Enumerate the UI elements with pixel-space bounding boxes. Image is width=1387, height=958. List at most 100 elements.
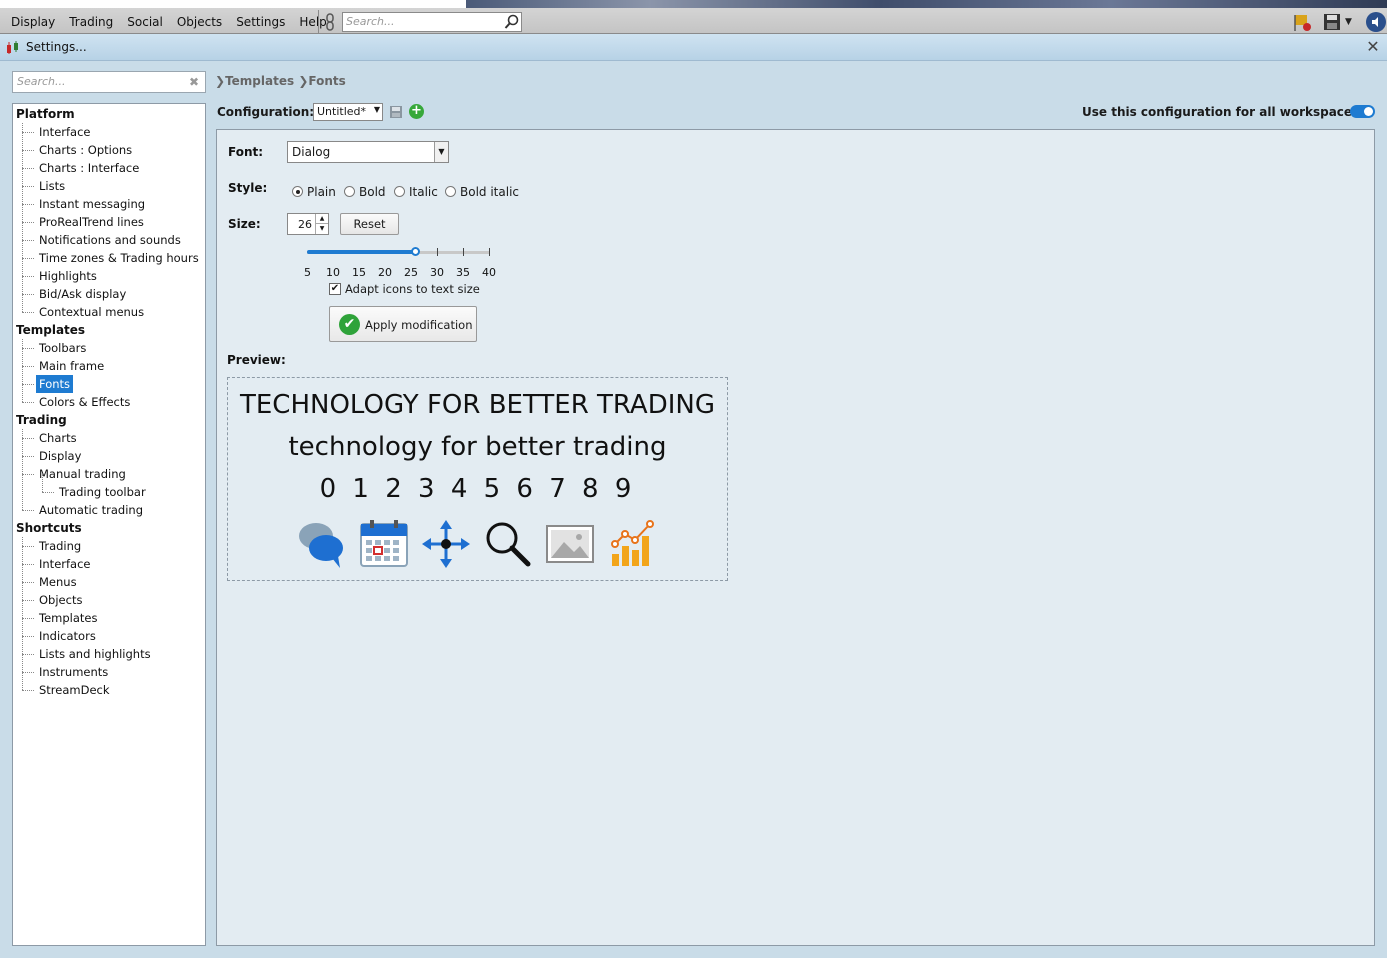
all-workspaces-toggle[interactable] bbox=[1350, 105, 1375, 118]
tree-connector bbox=[22, 132, 34, 133]
link-icon[interactable] bbox=[322, 12, 338, 32]
tree-item-main-frame[interactable]: Main frame bbox=[36, 357, 107, 375]
size-label: Size: bbox=[228, 217, 261, 231]
image-icon bbox=[546, 525, 594, 563]
clear-search-icon[interactable]: ✖ bbox=[188, 76, 200, 88]
style-bold-label: Bold bbox=[359, 185, 386, 199]
top-search-input[interactable]: Search... bbox=[342, 12, 522, 32]
breadcrumb-templates[interactable]: Templates bbox=[225, 74, 294, 88]
tree-connector bbox=[22, 564, 34, 565]
tree-item-instant-messaging[interactable]: Instant messaging bbox=[36, 195, 148, 213]
tree-item-bid-ask-display[interactable]: Bid/Ask display bbox=[36, 285, 129, 303]
move-arrows-icon bbox=[422, 520, 470, 568]
candlestick-app-icon bbox=[7, 41, 18, 54]
apply-modification-button[interactable]: ✔ Apply modification bbox=[329, 306, 477, 342]
save-workspace-icon[interactable] bbox=[1323, 13, 1341, 31]
preview-label: Preview: bbox=[227, 353, 286, 367]
tree-connector bbox=[22, 690, 34, 691]
tree-item-prorealtrend-lines[interactable]: ProRealTrend lines bbox=[36, 213, 147, 231]
tree-connector bbox=[22, 429, 23, 510]
tree-item-automatic-trading[interactable]: Automatic trading bbox=[36, 501, 146, 519]
tree-category-templates[interactable]: Templates bbox=[16, 321, 85, 339]
breadcrumb-chevron-icon: ❯ bbox=[215, 74, 226, 88]
all-workspaces-label: Use this configuration for all workspace… bbox=[1082, 105, 1360, 119]
close-icon[interactable]: ✕ bbox=[1364, 38, 1382, 56]
tree-connector bbox=[22, 123, 23, 312]
font-preview: TECHNOLOGY FOR BETTER TRADING technology… bbox=[227, 377, 728, 581]
preview-uppercase: TECHNOLOGY FOR BETTER TRADING bbox=[240, 390, 715, 420]
spinner-up-icon[interactable]: ▲ bbox=[315, 214, 328, 224]
slider-tick-label: 5 bbox=[304, 266, 311, 279]
slider-tick-label: 20 bbox=[378, 266, 392, 279]
tree-item-streamdeck[interactable]: StreamDeck bbox=[36, 681, 113, 699]
search-icon[interactable] bbox=[504, 14, 520, 30]
breadcrumb-chevron-icon: ❯ bbox=[298, 74, 309, 88]
preview-lowercase: technology for better trading bbox=[288, 432, 667, 462]
tree-item-trading-toolbar[interactable]: Trading toolbar bbox=[56, 483, 149, 501]
menu-separator bbox=[318, 10, 319, 34]
tree-item-fonts[interactable]: Fonts bbox=[36, 375, 74, 393]
tree-item-notifications-and-sounds[interactable]: Notifications and sounds bbox=[36, 231, 184, 249]
menu-display[interactable]: Display bbox=[4, 14, 62, 30]
speaker-icon[interactable] bbox=[1366, 12, 1386, 32]
tree-item-time-zones-trading-hours[interactable]: Time zones & Trading hours bbox=[36, 249, 202, 267]
radio-dot bbox=[344, 186, 355, 197]
tree-item-instruments[interactable]: Instruments bbox=[36, 663, 111, 681]
tree-category-trading[interactable]: Trading bbox=[16, 411, 67, 429]
menu-settings[interactable]: Settings bbox=[229, 14, 292, 30]
chat-bubbles-icon bbox=[299, 523, 343, 568]
tree-item-lists[interactable]: Lists bbox=[36, 177, 68, 195]
configuration-value: Untitled* bbox=[317, 105, 367, 118]
tree-connector bbox=[22, 456, 34, 457]
configuration-select[interactable]: Untitled* ▼ bbox=[313, 103, 383, 121]
tree-item-charts-interface[interactable]: Charts : Interface bbox=[36, 159, 142, 177]
tree-item-objects[interactable]: Objects bbox=[36, 591, 85, 609]
tree-item-interface[interactable]: Interface bbox=[36, 555, 94, 573]
tree-connector bbox=[22, 312, 34, 313]
reset-button[interactable]: Reset bbox=[340, 213, 399, 235]
save-config-icon[interactable] bbox=[389, 105, 403, 119]
tree-item-manual-trading[interactable]: Manual trading bbox=[36, 465, 129, 483]
spinner-down-icon[interactable]: ▼ bbox=[315, 224, 328, 234]
tree-item-toolbars[interactable]: Toolbars bbox=[36, 339, 89, 357]
tree-item-trading[interactable]: Trading bbox=[36, 537, 84, 555]
tree-item-charts-options[interactable]: Charts : Options bbox=[36, 141, 135, 159]
slider-tick-label: 40 bbox=[482, 266, 496, 279]
menu-social[interactable]: Social bbox=[120, 14, 170, 30]
tree-connector bbox=[22, 348, 34, 349]
size-value: 26 bbox=[298, 218, 312, 231]
tree-connector bbox=[22, 546, 34, 547]
tree-item-indicators[interactable]: Indicators bbox=[36, 627, 99, 645]
tree-item-charts[interactable]: Charts bbox=[36, 429, 80, 447]
chevron-down-icon[interactable]: ▼ bbox=[434, 142, 448, 162]
tree-item-display[interactable]: Display bbox=[36, 447, 84, 465]
font-select[interactable]: Dialog ▼ bbox=[287, 141, 449, 163]
tree-item-contextual-menus[interactable]: Contextual menus bbox=[36, 303, 147, 321]
chevron-down-icon[interactable]: ▼ bbox=[1345, 14, 1355, 30]
settings-titlebar: Settings... ✕ bbox=[0, 34, 1387, 61]
menu-trading[interactable]: Trading bbox=[62, 14, 120, 30]
alert-flag-icon[interactable] bbox=[1293, 13, 1313, 33]
tree-connector bbox=[22, 258, 34, 259]
add-config-icon[interactable]: + bbox=[409, 104, 424, 119]
tree-item-menus[interactable]: Menus bbox=[36, 573, 80, 591]
breadcrumb-fonts: Fonts bbox=[308, 74, 346, 88]
tree-connector bbox=[22, 150, 34, 151]
tree-item-highlights[interactable]: Highlights bbox=[36, 267, 100, 285]
settings-search-input[interactable]: Search... bbox=[12, 71, 206, 93]
size-slider-fill bbox=[307, 250, 417, 254]
menu-objects[interactable]: Objects bbox=[170, 14, 229, 30]
size-spinner[interactable]: 26 ▲ ▼ bbox=[287, 213, 329, 235]
slider-tick bbox=[463, 248, 464, 256]
tree-category-platform[interactable]: Platform bbox=[16, 105, 75, 123]
tree-item-interface[interactable]: Interface bbox=[36, 123, 94, 141]
slider-tick-label: 15 bbox=[352, 266, 366, 279]
tree-item-colors-effects[interactable]: Colors & Effects bbox=[36, 393, 133, 411]
tree-category-shortcuts[interactable]: Shortcuts bbox=[16, 519, 82, 537]
tree-item-lists-and-highlights[interactable]: Lists and highlights bbox=[36, 645, 154, 663]
tree-item-templates[interactable]: Templates bbox=[36, 609, 100, 627]
tree-connector bbox=[22, 204, 34, 205]
adapt-icons-checkbox[interactable]: ✔ bbox=[329, 283, 341, 295]
chevron-down-icon: ▼ bbox=[373, 105, 380, 114]
checkmark-icon: ✔ bbox=[339, 314, 360, 335]
